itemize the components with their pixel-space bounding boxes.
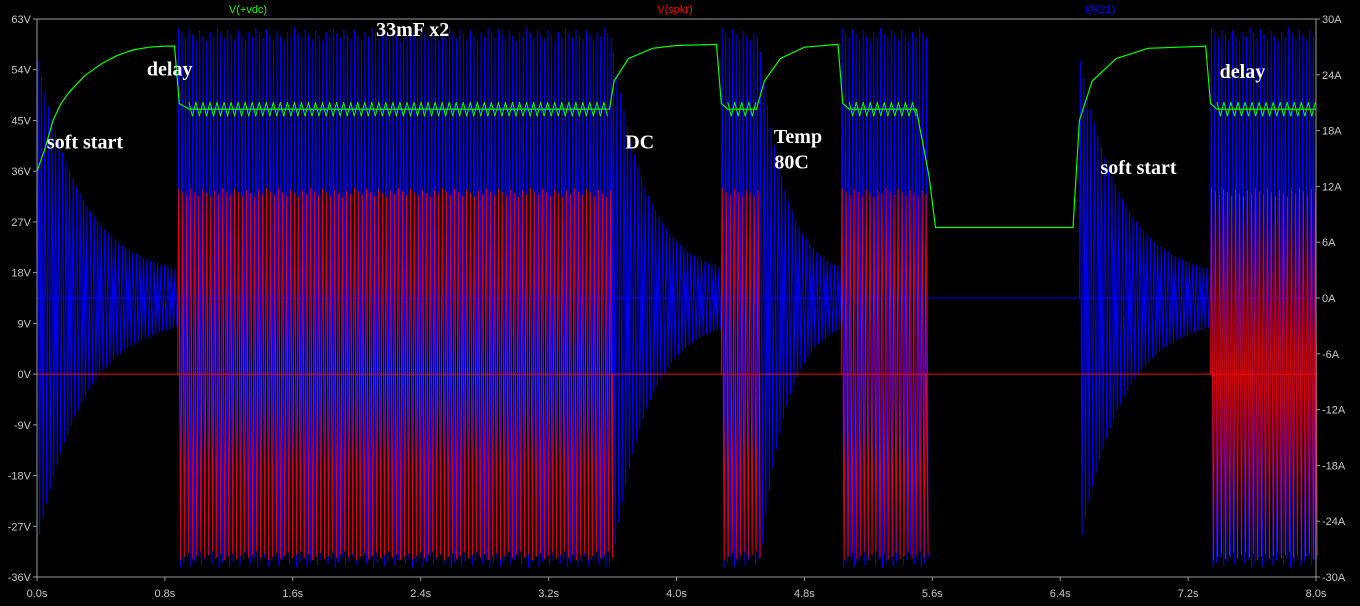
y-left-tick-label: -18V	[8, 471, 32, 483]
y-left-tick-label: 18V	[11, 268, 31, 280]
y-left-tick-label: 54V	[11, 65, 31, 77]
x-tick-label: 2.4s	[410, 588, 431, 600]
x-tick-label: 0.0s	[27, 588, 48, 600]
x-tick-label: 7.2s	[1178, 588, 1199, 600]
x-tick-label: 4.0s	[666, 588, 687, 600]
x-tick-label: 6.4s	[1050, 588, 1071, 600]
y-right-tick-label: -12A	[1322, 405, 1346, 417]
x-tick-label: 0.8s	[155, 588, 176, 600]
annotation-label: Temp	[774, 126, 822, 148]
annotation-label: 80C	[774, 151, 808, 173]
x-tick-label: 4.8s	[794, 588, 815, 600]
y-right-tick-label: -30A	[1322, 572, 1346, 584]
x-tick-label: 5.6s	[922, 588, 943, 600]
series-title-0: V(+vdc)	[229, 4, 267, 16]
y-right-tick-label: 18A	[1322, 126, 1342, 138]
annotation-label: 33mF x2	[376, 19, 449, 41]
y-left-tick-label: -36V	[8, 572, 32, 584]
annotation-label: delay	[1220, 61, 1266, 83]
x-tick-label: 3.2s	[538, 588, 559, 600]
y-right-tick-label: -6A	[1322, 349, 1340, 361]
y-right-tick-label: 24A	[1322, 70, 1342, 82]
annotation-label: soft start	[1100, 157, 1176, 179]
y-left-tick-label: 36V	[11, 166, 31, 178]
y-left-tick-label: -9V	[14, 420, 32, 432]
x-tick-label: 8.0s	[1306, 588, 1327, 600]
y-right-tick-label: 6A	[1322, 237, 1336, 249]
y-left-tick-label: 9V	[18, 318, 32, 330]
y-left-tick-label: 27V	[11, 217, 31, 229]
series-title-2: I(R21)	[1085, 4, 1116, 16]
y-left-tick-label: 0V	[18, 369, 32, 381]
x-tick-label: 1.6s	[282, 588, 303, 600]
y-left-tick-label: 45V	[11, 115, 31, 127]
y-right-tick-label: 30A	[1322, 14, 1342, 26]
y-right-tick-label: 0A	[1322, 293, 1336, 305]
y-left-tick-label: -27V	[8, 521, 32, 533]
y-right-tick-label: 12A	[1322, 181, 1342, 193]
annotation-label: delay	[147, 58, 193, 80]
annotation-label: soft start	[47, 132, 123, 154]
y-right-tick-label: -24A	[1322, 516, 1346, 528]
annotation-label: DC	[625, 132, 654, 154]
y-left-tick-label: 63V	[11, 14, 31, 26]
series-title-1: V(spkr)	[657, 4, 692, 16]
waveform-plot[interactable]: 0.0s 0.8s 1.6s 2.4s 3.2s 4.0s 4.8s 5.6s 6.4s 7.2s…	[0, 0, 1360, 606]
y-right-tick-label: -18A	[1322, 460, 1346, 472]
